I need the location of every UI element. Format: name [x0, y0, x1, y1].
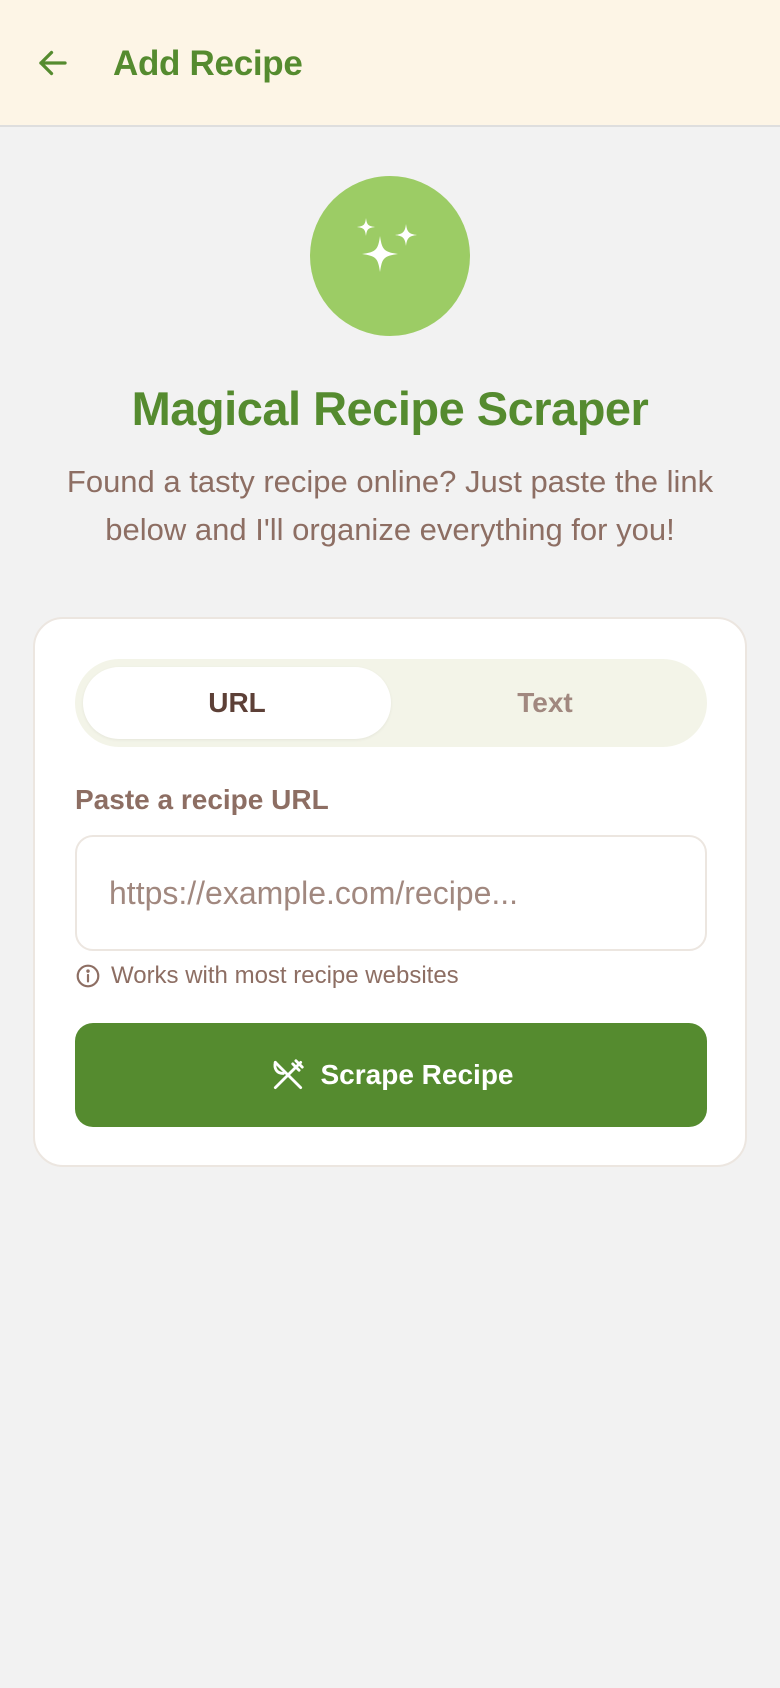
utensils-icon: [269, 1056, 307, 1094]
tab-text[interactable]: Text: [391, 667, 699, 739]
hero-title: Magical Recipe Scraper: [131, 382, 649, 435]
sparkles-icon: [350, 214, 430, 299]
scraper-card: URL Text Paste a recipe URL Works with m…: [33, 617, 747, 1167]
tab-url[interactable]: URL: [83, 667, 391, 739]
info-circle-icon: [75, 963, 101, 989]
input-mode-toggle: URL Text: [75, 659, 707, 747]
url-hint: Works with most recipe websites: [75, 959, 459, 993]
back-button[interactable]: [28, 40, 78, 90]
url-field-label: Paste a recipe URL: [75, 784, 329, 815]
scrape-button-label: Scrape Recipe: [320, 1059, 514, 1090]
arrow-left-icon: [35, 45, 71, 86]
hero-description: Found a tasty recipe online? Just paste …: [66, 464, 714, 547]
page-title: Add Recipe: [113, 44, 303, 83]
hero-badge: [310, 176, 470, 336]
hint-text: Works with most recipe websites: [111, 962, 459, 989]
recipe-url-input[interactable]: [75, 835, 707, 951]
add-recipe-screen: Add Recipe Magical Recipe Scraper Found …: [0, 0, 780, 1688]
app-header: Add Recipe: [0, 0, 780, 127]
scrape-recipe-button[interactable]: Scrape Recipe: [75, 1023, 707, 1127]
